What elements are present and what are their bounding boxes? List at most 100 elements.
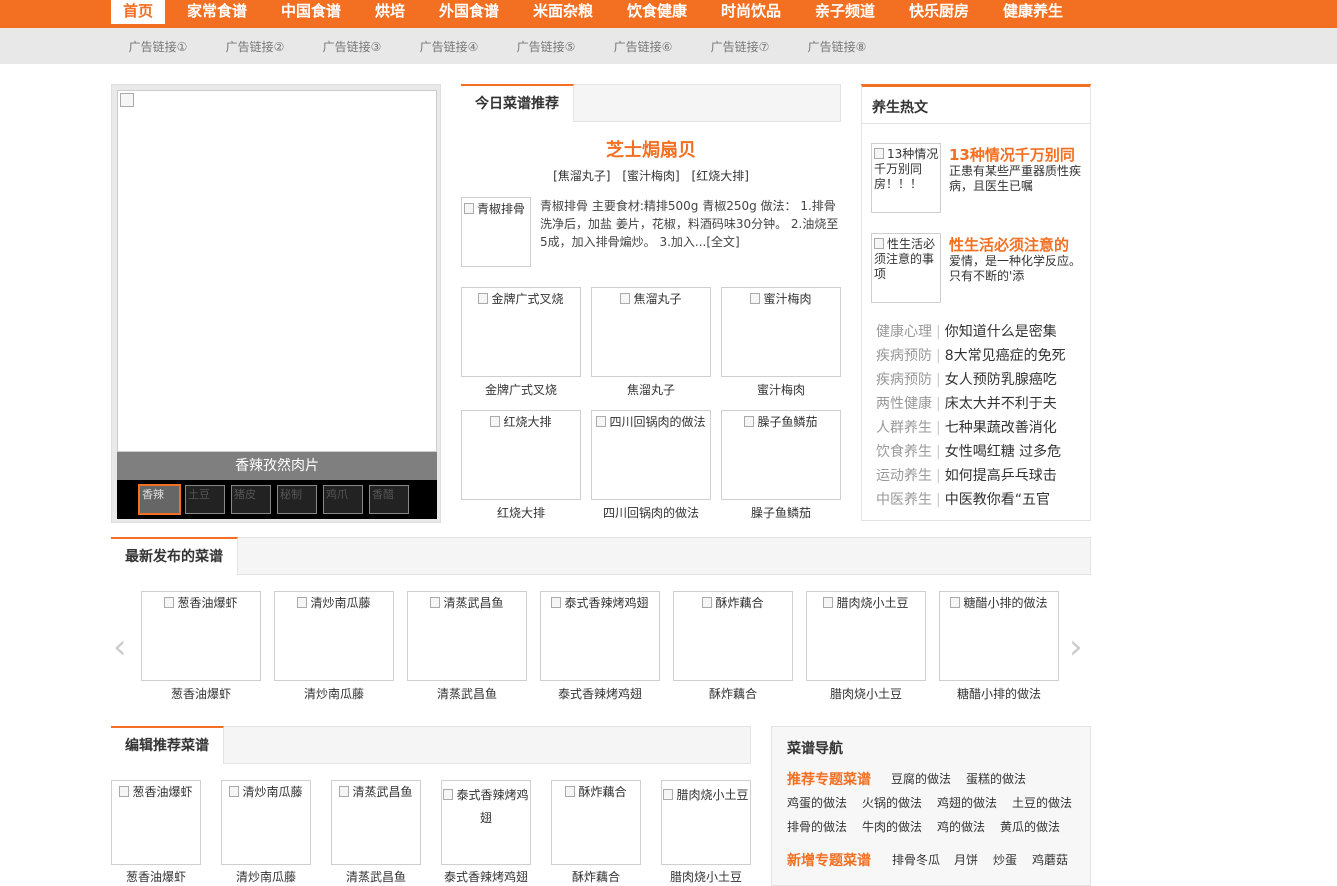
- latest-recipe-image[interactable]: 清蒸武昌鱼: [407, 591, 527, 681]
- nav-item-hongpei[interactable]: 烘培: [363, 0, 417, 24]
- recipe-image[interactable]: 金牌广式叉烧: [461, 287, 581, 377]
- health-row[interactable]: 疾病预防 | 女人预防乳腺癌吃: [876, 369, 1057, 389]
- recipe-nav-link[interactable]: 炒蛋: [993, 851, 1017, 868]
- recipe-image[interactable]: 四川回锅肉的做法: [591, 410, 711, 500]
- nav-item-waiguo[interactable]: 外国食谱: [427, 0, 511, 24]
- health-row[interactable]: 两性健康 | 床太大并不利于夫: [876, 393, 1057, 413]
- recipe-nav-link[interactable]: 蛋糕的做法: [966, 770, 1026, 787]
- latest-recipe-caption[interactable]: 泰式香辣烤鸡翅: [535, 685, 665, 702]
- ad-link[interactable]: 广告链接②: [215, 38, 295, 55]
- latest-recipe-image[interactable]: 酥炸藕合: [673, 591, 793, 681]
- recipe-nav-link[interactable]: 火锅的做法: [862, 794, 922, 811]
- today-link[interactable]: [焦溜丸子]: [553, 169, 610, 183]
- recipe-nav-link[interactable]: 黄瓜的做法: [1000, 818, 1060, 835]
- recipe-image[interactable]: 蜜汁梅肉: [721, 287, 841, 377]
- latest-recipe-caption[interactable]: 清炒南瓜藤: [269, 685, 399, 702]
- editor-recipe-caption[interactable]: 腊肉烧小土豆: [641, 868, 771, 885]
- tab-latest[interactable]: 最新发布的菜谱: [111, 537, 238, 575]
- latest-recipe-caption[interactable]: 葱香油爆虾: [136, 685, 266, 702]
- today-feature-desc: 青椒排骨 主要食材:精排500g 青椒250g 做法： 1.排骨洗净后，加盐 姜…: [540, 199, 839, 249]
- latest-recipe-caption[interactable]: 糖醋小排的做法: [934, 685, 1064, 702]
- recipe-nav-link[interactable]: 土豆的做法: [1012, 794, 1072, 811]
- health-category: 健康心理: [876, 324, 932, 340]
- editor-recipe-image[interactable]: 酥炸藕合: [551, 780, 641, 865]
- nav-item-shishang[interactable]: 时尚饮品: [709, 0, 793, 24]
- health-row[interactable]: 中医养生 | 中医教你看“五官: [876, 489, 1050, 509]
- slideshow-thumb[interactable]: 香醋: [369, 485, 409, 514]
- nav-item-kuaile[interactable]: 快乐厨房: [897, 0, 981, 24]
- recipe-nav-link[interactable]: 月饼: [954, 851, 978, 868]
- recipe-caption[interactable]: 红烧大排: [456, 504, 586, 521]
- editor-recipe-image[interactable]: 清炒南瓜藤: [221, 780, 311, 865]
- recipe-caption[interactable]: 蜜汁梅肉: [716, 381, 846, 398]
- recipe-image[interactable]: 焦溜丸子: [591, 287, 711, 377]
- editor-recipe-image[interactable]: 腊肉烧小土豆: [661, 780, 751, 865]
- read-more-link[interactable]: [全文]: [706, 235, 739, 249]
- health-feature-title[interactable]: 性生活必须注意的: [949, 234, 1069, 255]
- slideshow-thumb[interactable]: 鸡爪: [323, 485, 363, 514]
- health-feature-title[interactable]: 13种情况千万别同: [949, 144, 1075, 165]
- editor-recipe-image[interactable]: 葱香油爆虾: [111, 780, 201, 865]
- broken-image-icon: [565, 786, 576, 797]
- ad-link[interactable]: 广告链接③: [312, 38, 392, 55]
- health-image[interactable]: 性生活必须注意的事项: [871, 233, 941, 303]
- latest-recipe-image[interactable]: 清炒南瓜藤: [274, 591, 394, 681]
- latest-recipe-caption[interactable]: 酥炸藕合: [668, 685, 798, 702]
- recipe-caption[interactable]: 四川回锅肉的做法: [586, 504, 716, 521]
- slideshow-thumb[interactable]: 土豆: [185, 485, 225, 514]
- ad-link[interactable]: 广告链接⑧: [797, 38, 877, 55]
- ad-link[interactable]: 广告链接①: [118, 38, 198, 55]
- nav-item-zhongguo[interactable]: 中国食谱: [269, 0, 353, 24]
- recipe-nav-link[interactable]: 鸡蘑菇: [1032, 851, 1068, 868]
- editor-recipe-image[interactable]: 清蒸武昌鱼: [331, 780, 421, 865]
- recipe-nav-link[interactable]: 鸡翅的做法: [937, 794, 997, 811]
- slideshow-thumb[interactable]: 香辣: [138, 484, 181, 515]
- recipe-nav-link[interactable]: 牛肉的做法: [862, 818, 922, 835]
- today-title[interactable]: 芝士焗扇贝: [461, 136, 841, 162]
- today-link[interactable]: [蜜汁梅肉]: [622, 169, 679, 183]
- image-alt-text: 焦溜丸子: [633, 292, 682, 306]
- slideshow-thumb[interactable]: 秘制: [277, 485, 317, 514]
- carousel-prev-icon[interactable]: ‹: [113, 627, 127, 667]
- ad-link[interactable]: 广告链接⑥: [603, 38, 683, 55]
- latest-recipe-image[interactable]: 葱香油爆虾: [141, 591, 261, 681]
- carousel-next-icon[interactable]: ›: [1069, 627, 1083, 667]
- health-row[interactable]: 饮食养生 | 女性喝红糖 过多危: [876, 441, 1061, 461]
- ad-link[interactable]: 广告链接⑦: [700, 38, 780, 55]
- nav-item-mimian[interactable]: 米面杂粮: [521, 0, 605, 24]
- latest-recipe-image[interactable]: 腊肉烧小土豆: [806, 591, 926, 681]
- nav-item-home[interactable]: 首页: [111, 0, 165, 24]
- today-link[interactable]: [红烧大排]: [692, 169, 749, 183]
- nav-item-jiachang[interactable]: 家常食谱: [175, 0, 259, 24]
- nav-item-jiankang[interactable]: 健康养生: [991, 0, 1075, 24]
- latest-recipe-image[interactable]: 糖醋小排的做法: [939, 591, 1059, 681]
- recipe-nav-link[interactable]: 鸡蛋的做法: [787, 794, 847, 811]
- latest-recipe-caption[interactable]: 清蒸武昌鱼: [402, 685, 532, 702]
- slideshow-thumb[interactable]: 猪皮: [231, 485, 271, 514]
- health-row[interactable]: 健康心理 | 你知道什么是密集: [876, 321, 1057, 341]
- health-row[interactable]: 运动养生 | 如何提高乒乓球击: [876, 465, 1057, 485]
- latest-recipe-caption[interactable]: 腊肉烧小土豆: [801, 685, 931, 702]
- recipe-image[interactable]: 红烧大排: [461, 410, 581, 500]
- slideshow-image[interactable]: [117, 90, 437, 452]
- recipe-nav-link[interactable]: 鸡的做法: [937, 818, 985, 835]
- health-row[interactable]: 疾病预防 | 8大常见癌症的免死: [876, 345, 1066, 365]
- ad-link[interactable]: 广告链接④: [409, 38, 489, 55]
- ad-link[interactable]: 广告链接⑤: [506, 38, 586, 55]
- recipe-nav-link[interactable]: 排骨的做法: [787, 818, 847, 835]
- nav-item-qinzi[interactable]: 亲子频道: [803, 0, 887, 24]
- editor-recipe-image[interactable]: 泰式香辣烤鸡翅: [441, 780, 531, 865]
- recipe-caption[interactable]: 金牌广式叉烧: [456, 381, 586, 398]
- health-image[interactable]: 13种情况千万别同房！！！: [871, 143, 941, 213]
- recipe-caption[interactable]: 臊子鱼鳞茄: [716, 504, 846, 521]
- tab-editor[interactable]: 编辑推荐菜谱: [111, 726, 224, 764]
- today-feature-image[interactable]: 青椒排骨: [461, 197, 531, 267]
- recipe-nav-link[interactable]: 排骨冬瓜: [892, 851, 940, 868]
- latest-recipe-image[interactable]: 泰式香辣烤鸡翅: [540, 591, 660, 681]
- recipe-nav-link[interactable]: 豆腐的做法: [891, 770, 951, 787]
- nav-item-yinshi[interactable]: 饮食健康: [615, 0, 699, 24]
- health-row[interactable]: 人群养生 | 七种果蔬改善消化: [876, 417, 1057, 437]
- recipe-caption[interactable]: 焦溜丸子: [586, 381, 716, 398]
- recipe-image[interactable]: 臊子鱼鳞茄: [721, 410, 841, 500]
- tab-today[interactable]: 今日菜谱推荐: [461, 84, 574, 122]
